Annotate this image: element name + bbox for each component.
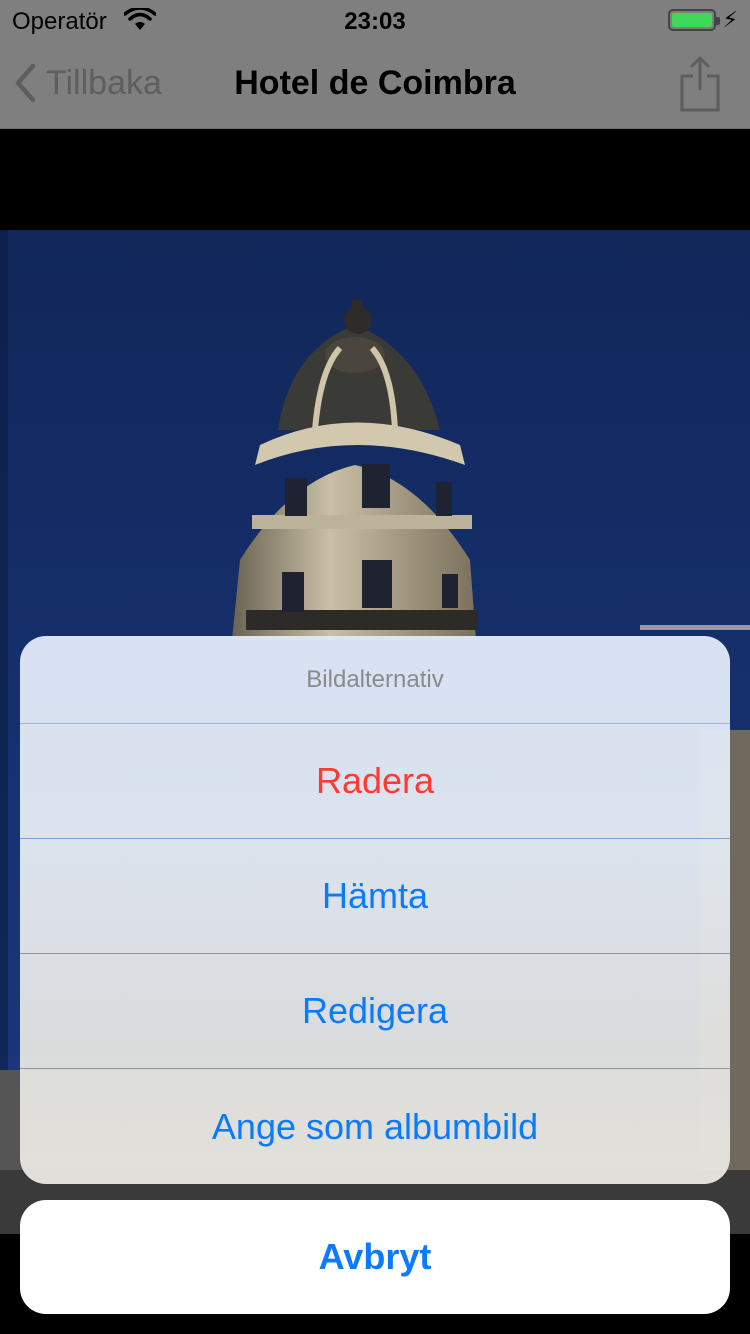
delete-button[interactable]: Radera bbox=[20, 724, 730, 839]
edit-button[interactable]: Redigera bbox=[20, 954, 730, 1069]
share-icon bbox=[680, 56, 720, 112]
share-button[interactable] bbox=[680, 56, 720, 112]
action-sheet-title: Bildalternativ bbox=[20, 636, 730, 724]
action-sheet: Bildalternativ Radera Hämta Redigera Ang… bbox=[20, 636, 730, 1184]
clock: 23:03 bbox=[344, 8, 406, 35]
navigation-bar: Tillbaka Hotel de Coimbra bbox=[0, 40, 750, 129]
page-title: Hotel de Coimbra bbox=[234, 64, 516, 102]
cancel-button[interactable]: Avbryt bbox=[20, 1200, 730, 1314]
status-bar: Operatör 23:03 ⚡ bbox=[0, 0, 750, 40]
download-button[interactable]: Hämta bbox=[20, 839, 730, 954]
battery-icon bbox=[668, 9, 720, 31]
set-album-cover-button[interactable]: Ange som albumbild bbox=[20, 1069, 730, 1184]
charging-bolt-icon: ⚡ bbox=[722, 7, 738, 32]
